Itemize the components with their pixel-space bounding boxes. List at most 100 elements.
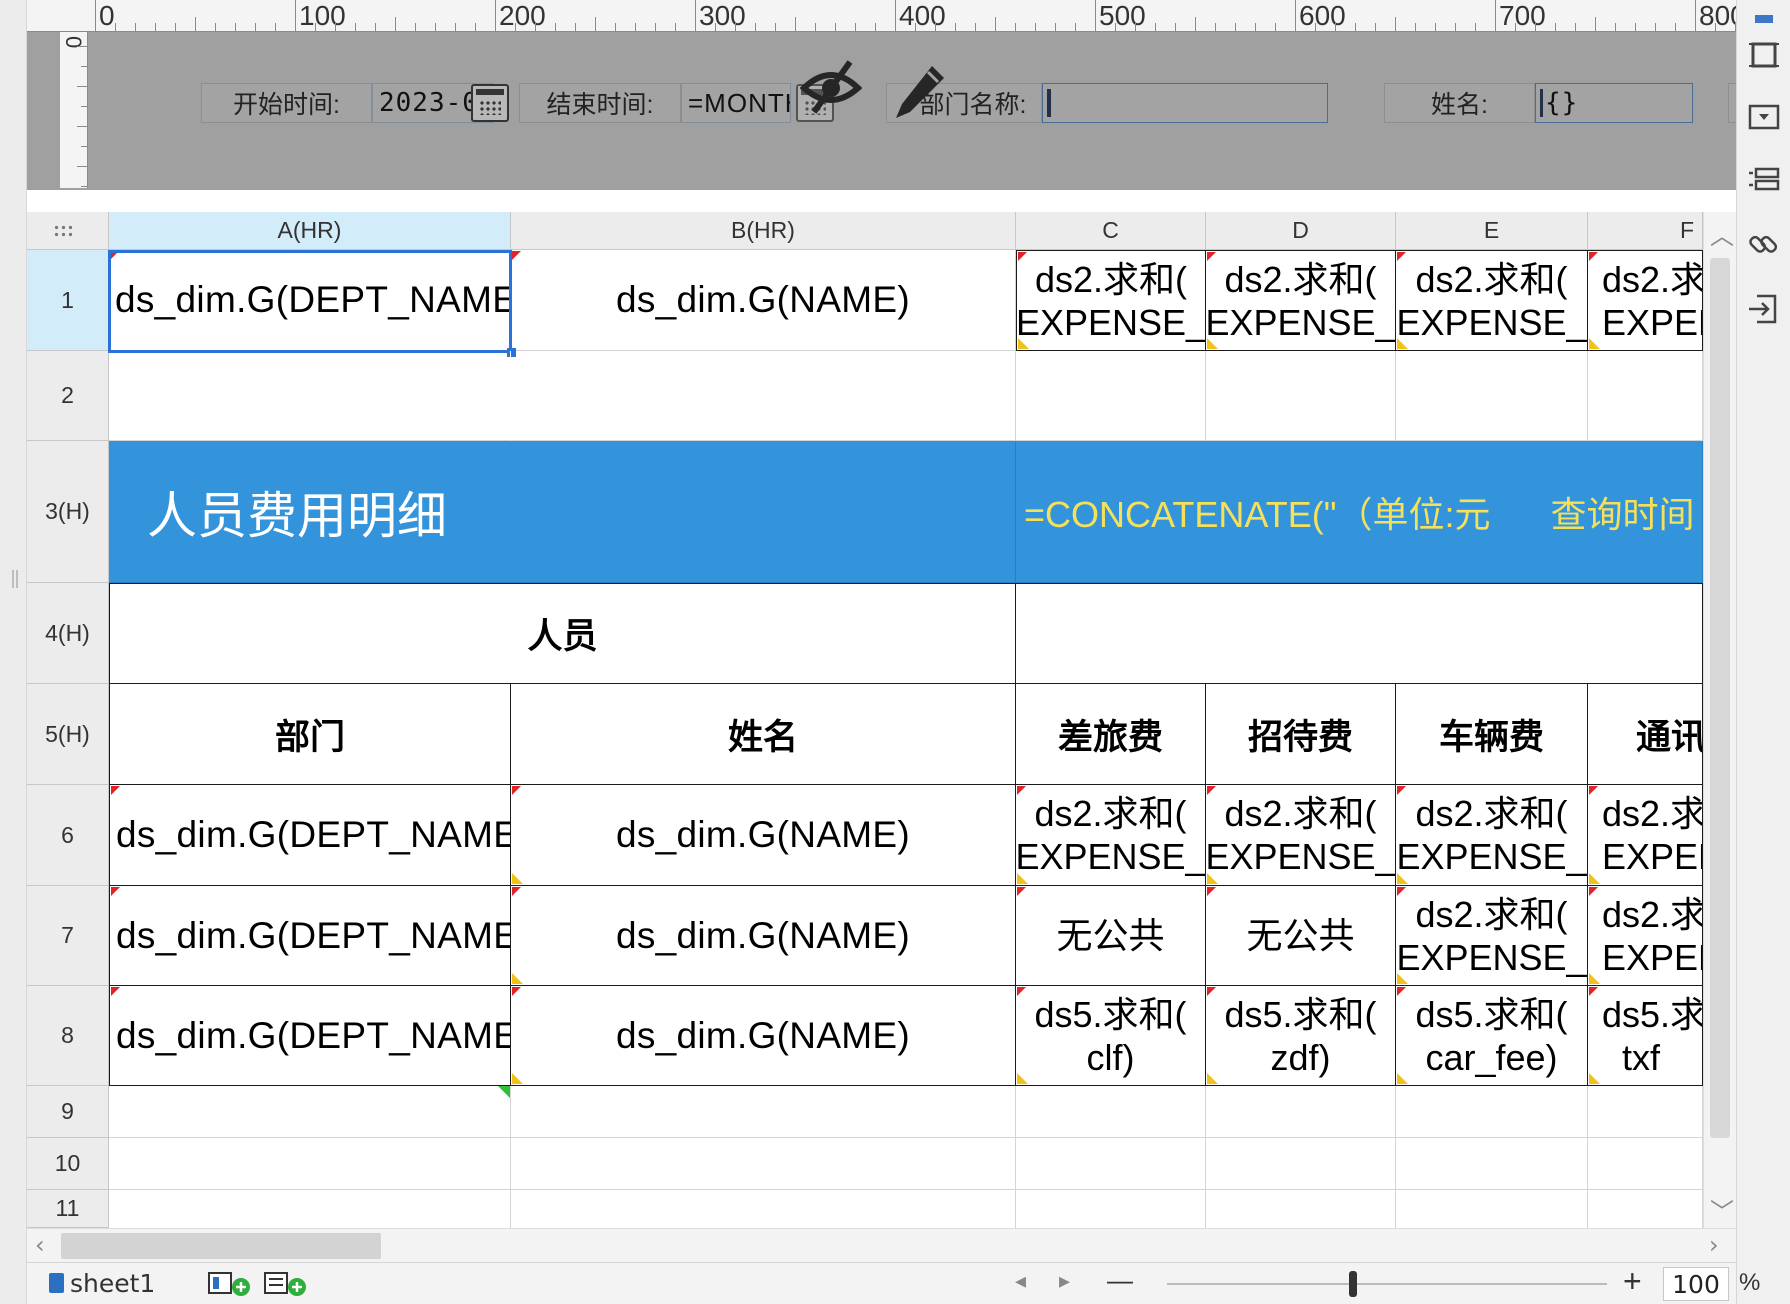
- select-all-corner[interactable]: [27, 212, 109, 250]
- cell-a3-title[interactable]: 人员费用明细: [109, 441, 1016, 583]
- cell-c1[interactable]: ds2.求和( EXPENSE_: [1016, 250, 1206, 351]
- cell-a1[interactable]: ds_dim.G(DEPT_NAME): [109, 250, 511, 351]
- cell-e7[interactable]: ds2.求和( EXPENSE_: [1396, 886, 1588, 986]
- cell-a8[interactable]: ds_dim.G(DEPT_NAME): [109, 986, 511, 1086]
- left-splitter[interactable]: [0, 0, 27, 1304]
- cell-e8[interactable]: ds5.求和( car_fee): [1396, 986, 1588, 1086]
- cell-d11[interactable]: [1206, 1190, 1396, 1228]
- add-report-sheet-icon[interactable]: [207, 1271, 253, 1297]
- cell-e10[interactable]: [1396, 1138, 1588, 1190]
- row-header-11[interactable]: 11: [27, 1190, 109, 1228]
- department-input[interactable]: [1042, 83, 1328, 123]
- cell-f6[interactable]: ds2.求 EXPEN: [1588, 785, 1703, 886]
- name-input[interactable]: {}: [1535, 83, 1693, 123]
- row-header-4[interactable]: 4(H): [27, 583, 109, 684]
- cell-b11[interactable]: [511, 1190, 1016, 1228]
- cell-d10[interactable]: [1206, 1138, 1396, 1190]
- cell-f7[interactable]: ds2.求 EXPEN: [1588, 886, 1703, 986]
- cell-a4-group[interactable]: 人员: [109, 583, 1016, 684]
- cell-b7[interactable]: ds_dim.G(NAME): [511, 886, 1016, 986]
- calendar-icon[interactable]: [471, 84, 509, 122]
- cell-d5[interactable]: 招待费: [1206, 684, 1396, 785]
- cell-b6[interactable]: ds_dim.G(NAME): [511, 785, 1016, 886]
- cell-c6[interactable]: ds2.求和( EXPENSE_: [1016, 785, 1206, 886]
- cell-d2[interactable]: [1206, 351, 1396, 441]
- vertical-scrollbar[interactable]: ︿ ﹀: [1703, 212, 1736, 1228]
- zoom-slider-track[interactable]: [1167, 1283, 1607, 1285]
- cell-a2[interactable]: [109, 351, 511, 441]
- cell-d8[interactable]: ds5.求和( zdf): [1206, 986, 1396, 1086]
- scroll-down-arrow-icon[interactable]: ﹀: [1710, 1192, 1734, 1227]
- cell-d1[interactable]: ds2.求和( EXPENSE_: [1206, 250, 1396, 351]
- cell-f5[interactable]: 通讯: [1588, 684, 1703, 785]
- cell-c10[interactable]: [1016, 1138, 1206, 1190]
- end-time-input[interactable]: =MONTH: [681, 83, 791, 123]
- column-header-a[interactable]: A(HR): [109, 212, 511, 250]
- cell-c9[interactable]: [1016, 1086, 1206, 1138]
- cell-e11[interactable]: [1396, 1190, 1588, 1228]
- cell-b10[interactable]: [511, 1138, 1016, 1190]
- cell-c7[interactable]: 无公共: [1016, 886, 1206, 986]
- cell-b1[interactable]: ds_dim.G(NAME): [511, 250, 1016, 351]
- cell-b2[interactable]: [511, 351, 1016, 441]
- cell-c4[interactable]: [1016, 583, 1703, 684]
- row-header-8[interactable]: 8: [27, 986, 109, 1086]
- row-header-2[interactable]: 2: [27, 351, 109, 441]
- zoom-level-input[interactable]: 100: [1663, 1267, 1729, 1301]
- row-header-10[interactable]: 10: [27, 1138, 109, 1190]
- export-icon[interactable]: [1747, 292, 1781, 326]
- cell-b5[interactable]: 姓名: [511, 684, 1016, 785]
- cell-d9[interactable]: [1206, 1086, 1396, 1138]
- column-header-b[interactable]: B(HR): [511, 212, 1016, 250]
- cell-a10[interactable]: [109, 1138, 511, 1190]
- cell-c11[interactable]: [1016, 1190, 1206, 1228]
- zoom-slider-thumb[interactable]: [1349, 1271, 1357, 1297]
- vertical-scroll-thumb[interactable]: [1710, 258, 1730, 1138]
- row-header-3[interactable]: 3(H): [27, 441, 109, 583]
- row-header-9[interactable]: 9: [27, 1086, 109, 1138]
- zoom-in-button[interactable]: +: [1623, 1263, 1642, 1300]
- cell-f9[interactable]: [1588, 1086, 1703, 1138]
- cell-a6[interactable]: ds_dim.G(DEPT_NAME): [109, 785, 511, 886]
- scroll-left-arrow-icon[interactable]: ‹: [35, 1231, 45, 1259]
- cell-e6[interactable]: ds2.求和( EXPENSE_: [1396, 785, 1588, 886]
- cell-e1[interactable]: ds2.求和( EXPENSE_: [1396, 250, 1588, 351]
- cell-a9[interactable]: [109, 1086, 511, 1138]
- cell-e5[interactable]: 车辆费: [1396, 684, 1588, 785]
- cell-a5[interactable]: 部门: [109, 684, 511, 785]
- add-dashboard-sheet-icon[interactable]: [263, 1271, 309, 1297]
- cell-b8[interactable]: ds_dim.G(NAME): [511, 986, 1016, 1086]
- splitter-grip[interactable]: [12, 570, 18, 588]
- horizontal-scrollbar[interactable]: ‹ ›: [27, 1228, 1736, 1262]
- sheet-tab[interactable]: sheet1: [49, 1265, 155, 1301]
- toolbar-edge-icon[interactable]: [1747, 4, 1781, 38]
- cell-d7[interactable]: 无公共: [1206, 886, 1396, 986]
- row-header-6[interactable]: 6: [27, 785, 109, 886]
- cell-c3-formula[interactable]: =CONCATENATE("（单位:元 查询时间: [1016, 441, 1703, 583]
- column-header-d[interactable]: D: [1206, 212, 1396, 250]
- cell-f11[interactable]: [1588, 1190, 1703, 1228]
- row-header-1[interactable]: 1: [27, 250, 109, 351]
- row-header-7[interactable]: 7: [27, 886, 109, 986]
- parameter-panel[interactable]: 开始时间: 2023-01 结束时间: =MONTH 部门名称: 姓名: {}: [88, 32, 1740, 190]
- eye-slash-icon[interactable]: [800, 58, 862, 116]
- cell-f1[interactable]: ds2.求 EXPEN: [1588, 250, 1703, 351]
- cell-b9[interactable]: [511, 1086, 1016, 1138]
- next-sheet-icon[interactable]: ▸: [1059, 1269, 1070, 1294]
- scroll-up-arrow-icon[interactable]: ︿: [1710, 216, 1734, 251]
- cell-a11[interactable]: [109, 1190, 511, 1228]
- list-icon[interactable]: [1747, 165, 1781, 199]
- cell-a7[interactable]: ds_dim.G(DEPT_NAME): [109, 886, 511, 986]
- cell-e2[interactable]: [1396, 351, 1588, 441]
- cell-d6[interactable]: ds2.求和( EXPENSE_: [1206, 785, 1396, 886]
- cell-c2[interactable]: [1016, 351, 1206, 441]
- cell-f8[interactable]: ds5.求 txf: [1588, 986, 1703, 1086]
- column-header-c[interactable]: C: [1016, 212, 1206, 250]
- row-header-5[interactable]: 5(H): [27, 684, 109, 785]
- scroll-right-arrow-icon[interactable]: ›: [1709, 1231, 1719, 1259]
- dropdown-box-icon[interactable]: [1747, 100, 1781, 134]
- horizontal-scroll-thumb[interactable]: [61, 1233, 381, 1259]
- frame-icon[interactable]: [1747, 38, 1781, 72]
- column-header-f[interactable]: F: [1588, 212, 1703, 250]
- zoom-out-button[interactable]: —: [1107, 1265, 1133, 1296]
